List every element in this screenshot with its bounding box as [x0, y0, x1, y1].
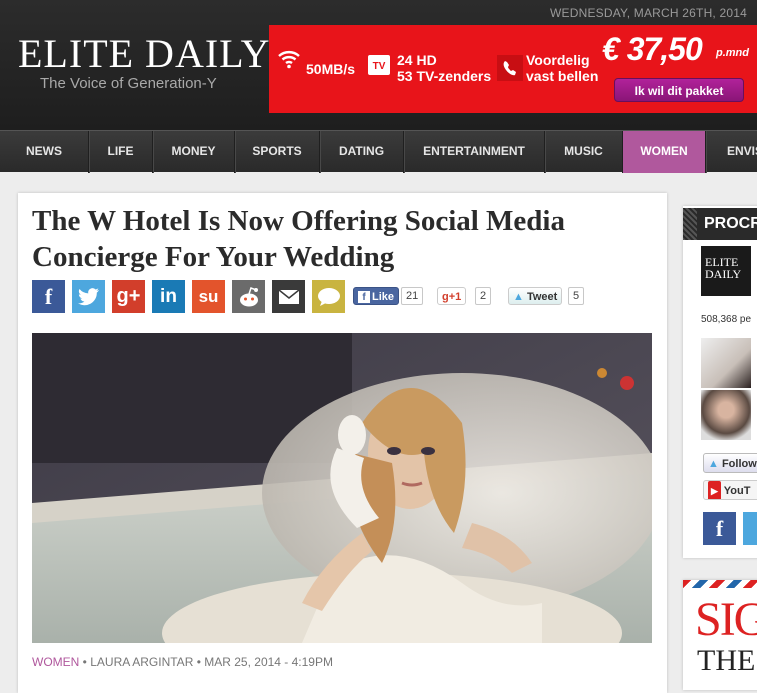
sidebar-elite-daily-logo[interactable]: ELITE DAILY [701, 246, 751, 296]
facebook-glyph: f [44, 283, 53, 309]
tv-icon: TV [368, 55, 390, 75]
twitter-small-icon: ▲ [708, 458, 719, 470]
google-plusone-count: 2 [475, 287, 492, 305]
nav-entertainment[interactable]: ENTERTAINMENT [404, 131, 545, 173]
ad-call-line2: vast bellen [526, 68, 599, 84]
byline-author[interactable]: LAURA ARGINTAR [90, 655, 193, 669]
ad-price-suffix: p.mnd [716, 47, 749, 59]
stumbleupon-icon[interactable]: su [192, 280, 225, 313]
ad-tv-text: 24 HD 53 TV-zenders [397, 52, 491, 84]
signup-subheading: THE [697, 644, 756, 677]
main-nav: NEWS LIFE MONEY SPORTS DATING ENTERTAINM… [0, 130, 757, 173]
facebook-like-label: Like [372, 291, 395, 303]
ad-speed: 50MB/s [306, 61, 356, 77]
stumbleupon-glyph: su [198, 286, 219, 306]
phone-icon [497, 55, 523, 81]
sidebar-signup-promo[interactable]: SIG THE [683, 580, 757, 690]
gplus-glyph: g+ [116, 285, 141, 307]
airmail-stripe [683, 580, 757, 588]
nav-music[interactable]: MUSIC [545, 131, 623, 173]
current-date: WEDNESDAY, MARCH 26TH, 2014 [549, 6, 747, 20]
ad-call-line1: Voordelig [526, 52, 590, 68]
google-plusone-label: +1 [448, 291, 462, 303]
ad-tv-line2: 53 TV-zenders [397, 68, 492, 84]
nav-news[interactable]: NEWS [0, 131, 89, 173]
nav-money[interactable]: MONEY [153, 131, 235, 173]
byline-separator: • [196, 655, 201, 669]
facebook-like-count: 21 [401, 287, 424, 305]
wifi-icon [278, 51, 300, 69]
nav-sports[interactable]: SPORTS [235, 131, 320, 173]
linkedin-icon[interactable]: in [152, 280, 185, 313]
youtube-subscribe-button[interactable]: ▶ YouT [703, 480, 757, 500]
twitter-follow-button[interactable]: ▲ Follow [703, 453, 757, 473]
tweet-label: Tweet [526, 291, 558, 303]
sidebar-follower-count: 508,368 pe [701, 314, 752, 325]
signup-heading: SIG [695, 593, 757, 646]
facebook-icon[interactable]: f [703, 512, 736, 545]
facebook-like-button[interactable]: f Like [353, 287, 400, 305]
nav-women[interactable]: WOMEN [623, 131, 706, 173]
sidebar-social-widget: PROCR ELITE DAILY 508,368 pe ▲ Follow ▶ … [683, 206, 757, 558]
youtube-icon: ▶ [708, 481, 721, 499]
reddit-icon[interactable] [232, 280, 265, 313]
twitter-icon[interactable] [72, 280, 105, 313]
nav-envision[interactable]: ENVIS [706, 131, 757, 173]
sidebar-logo-line2: DAILY [705, 267, 742, 281]
follower-avatar[interactable] [701, 338, 751, 388]
byline-separator: • [82, 655, 87, 669]
ad-tv-line1: 24 HD [397, 52, 437, 68]
tweet-button[interactable]: ▲ Tweet [508, 287, 563, 305]
google-plus-icon[interactable]: g+ [112, 280, 145, 313]
site-logo[interactable]: ELITE DAILY [18, 32, 270, 76]
twitter-small-icon: ▲ [513, 291, 524, 303]
bride-photo-illustration [32, 333, 652, 643]
byline-category[interactable]: WOMEN [32, 655, 79, 669]
byline-date: MAR 25, 2014 - 4:19PM [204, 655, 333, 669]
sidebar-facebook-glyph: f [715, 515, 724, 541]
youtube-label: YouT [723, 485, 751, 497]
gplus-small-glyph: g [442, 291, 449, 303]
share-bar: f g+ in su f Like 21 g+1 2 ▲ Tweet 5 [32, 280, 652, 314]
sidebar-heading: PROCR [683, 208, 757, 240]
tweet-count: 5 [568, 287, 585, 305]
nav-life[interactable]: LIFE [89, 131, 153, 173]
facebook-small-icon: f [358, 291, 370, 303]
facebook-icon[interactable]: f [32, 280, 65, 313]
article-headline: The W Hotel Is Now Offering Social Media… [32, 205, 565, 273]
comment-icon[interactable] [312, 280, 345, 313]
follower-avatar[interactable] [701, 390, 751, 440]
email-icon[interactable] [272, 280, 305, 313]
article-photo[interactable] [32, 333, 652, 643]
ad-call-text: Voordelig vast bellen [526, 52, 598, 84]
article-card: The W Hotel Is Now Offering Social Media… [18, 193, 667, 693]
nav-dating[interactable]: DATING [320, 131, 404, 173]
site-header: WEDNESDAY, MARCH 26TH, 2014 ELITE DAILY … [0, 0, 757, 130]
ad-cta-button[interactable]: Ik wil dit pakket [614, 78, 744, 102]
article-byline: WOMEN • LAURA ARGINTAR • MAR 25, 2014 - … [32, 655, 333, 669]
site-tagline: The Voice of Generation-Y [40, 75, 217, 92]
linkedin-glyph: in [160, 285, 177, 307]
twitter-icon[interactable] [743, 512, 757, 545]
ad-price: € 37,50 [602, 31, 703, 67]
tv-badge-label: TV [373, 61, 386, 72]
banner-ad[interactable]: 50MB/s TV 24 HD 53 TV-zenders Voordelig … [269, 25, 757, 113]
google-plusone-button[interactable]: g+1 [437, 287, 467, 305]
twitter-follow-label: Follow [721, 458, 757, 470]
